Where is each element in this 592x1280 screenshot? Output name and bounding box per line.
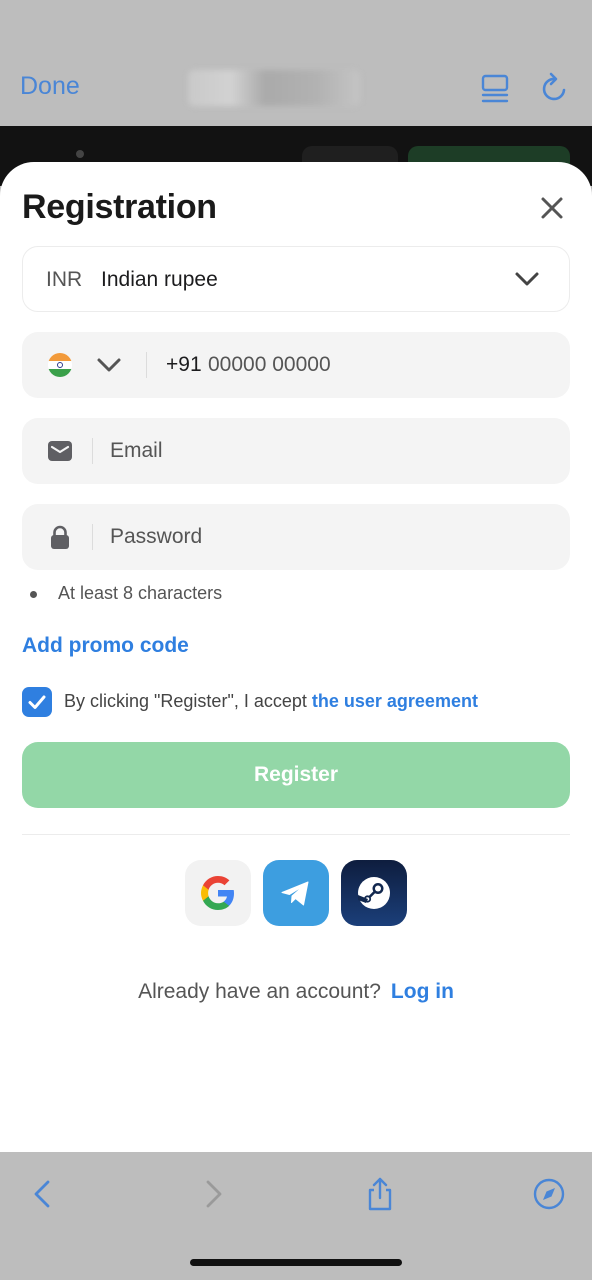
lock-icon xyxy=(51,525,69,549)
forward-icon[interactable] xyxy=(196,1176,230,1212)
currency-select[interactable]: INR Indian rupee xyxy=(22,246,570,312)
field-divider xyxy=(146,352,147,378)
reader-view-icon[interactable] xyxy=(478,70,512,106)
agreement-checkbox[interactable] xyxy=(22,687,52,717)
country-chevron-down-icon[interactable] xyxy=(96,354,122,376)
email-field xyxy=(22,418,570,484)
url-bar-blurred[interactable] xyxy=(188,70,360,106)
registration-sheet: Registration INR Indian rupee +91 00000 … xyxy=(0,162,592,1152)
field-divider xyxy=(92,524,93,550)
section-divider xyxy=(22,834,570,835)
india-flag-icon[interactable] xyxy=(48,353,72,377)
envelope-icon xyxy=(48,441,72,461)
password-field xyxy=(22,504,570,570)
compass-icon[interactable] xyxy=(532,1176,566,1212)
page-title: Registration xyxy=(22,188,217,226)
google-login-button[interactable] xyxy=(185,860,251,926)
add-promo-code-link[interactable]: Add promo code xyxy=(22,634,189,658)
checkmark-icon xyxy=(28,695,46,709)
password-input[interactable] xyxy=(110,518,540,556)
currency-code: INR xyxy=(46,268,83,291)
register-button[interactable]: Register xyxy=(22,742,570,808)
login-question: Already have an account? xyxy=(138,980,381,1003)
email-input[interactable] xyxy=(110,432,540,470)
login-prompt: Already have an account? Log in xyxy=(0,980,592,1004)
user-agreement-link[interactable]: the user agreement xyxy=(312,691,478,711)
password-hint: At least 8 characters xyxy=(58,583,223,603)
currency-name: Indian rupee xyxy=(101,268,218,291)
bullet-icon xyxy=(30,591,37,598)
chevron-down-icon xyxy=(515,272,539,286)
phone-country-code: +91 xyxy=(166,353,202,376)
page-dot xyxy=(76,150,84,158)
browser-top-bar: Done xyxy=(0,0,592,126)
browser-bottom-bar xyxy=(0,1152,592,1280)
login-link[interactable]: Log in xyxy=(391,980,454,1003)
home-indicator xyxy=(190,1259,402,1266)
agreement-text: By clicking "Register", I accept xyxy=(64,691,307,711)
phone-input[interactable] xyxy=(208,346,548,384)
back-icon[interactable] xyxy=(26,1176,60,1212)
steam-login-button[interactable] xyxy=(341,860,407,926)
field-divider xyxy=(92,438,93,464)
telegram-icon xyxy=(281,881,309,906)
share-icon[interactable] xyxy=(363,1176,397,1212)
close-icon[interactable] xyxy=(536,192,568,224)
telegram-login-button[interactable] xyxy=(263,860,329,926)
steam-icon xyxy=(358,877,390,909)
reload-icon[interactable] xyxy=(538,70,572,106)
phone-field: +91 xyxy=(22,332,570,398)
done-button[interactable]: Done xyxy=(20,72,80,101)
google-icon xyxy=(201,876,234,910)
agreement-label: By clicking "Register", I accept the use… xyxy=(64,691,478,712)
